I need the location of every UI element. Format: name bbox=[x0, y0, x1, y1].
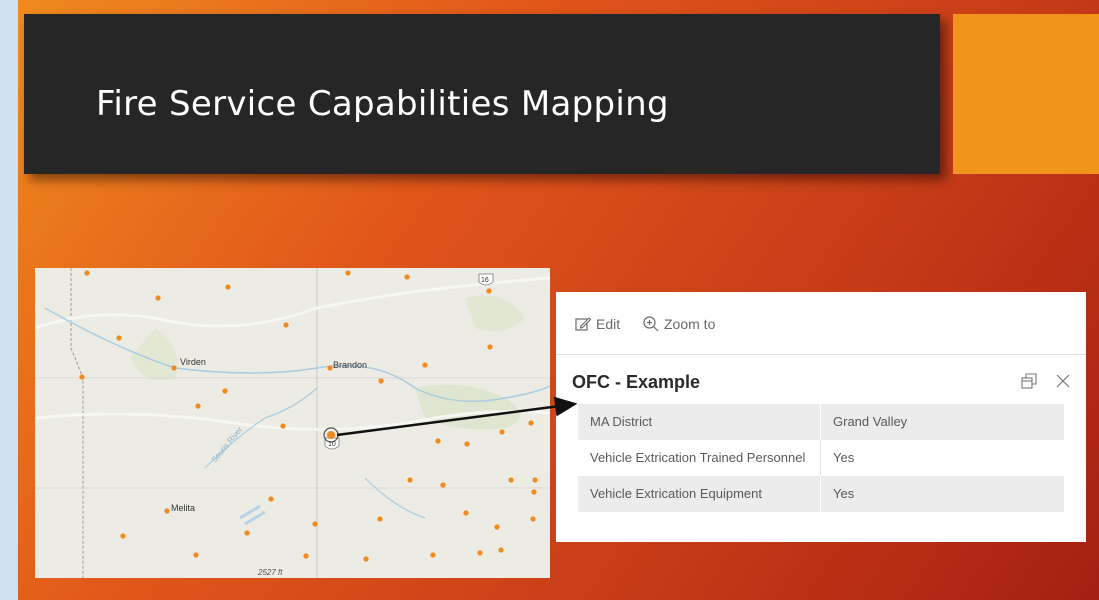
fire-station-marker[interactable] bbox=[164, 508, 170, 514]
title-bar: Fire Service Capabilities Mapping bbox=[24, 14, 940, 174]
edit-button[interactable]: Edit bbox=[574, 314, 620, 334]
accent-square bbox=[953, 14, 1099, 174]
field-name: MA District bbox=[578, 404, 821, 440]
lake bbox=[239, 504, 266, 526]
fire-station-marker[interactable] bbox=[79, 374, 85, 380]
fire-station-marker[interactable] bbox=[244, 530, 250, 536]
fire-station-marker[interactable] bbox=[280, 423, 286, 429]
slide-title: Fire Service Capabilities Mapping bbox=[96, 84, 669, 124]
fire-station-marker[interactable] bbox=[345, 270, 351, 276]
highway-shield-label: 16 bbox=[481, 277, 489, 284]
fire-station-marker[interactable] bbox=[494, 524, 500, 530]
popup-title: OFC - Example bbox=[572, 372, 701, 392]
fire-station-marker[interactable] bbox=[477, 550, 483, 556]
field-value: Yes bbox=[820, 476, 1064, 512]
fire-station-marker[interactable] bbox=[378, 378, 384, 384]
close-icon[interactable] bbox=[1054, 372, 1072, 390]
fire-station-marker[interactable] bbox=[222, 388, 228, 394]
fire-station-marker[interactable] bbox=[363, 556, 369, 562]
zoom-to-label: Zoom to bbox=[664, 316, 716, 332]
fire-station-marker[interactable] bbox=[171, 365, 177, 371]
fire-station-marker[interactable] bbox=[225, 284, 231, 290]
zoom-to-button[interactable]: Zoom to bbox=[642, 314, 715, 334]
field-name: Vehicle Extrication Equipment bbox=[578, 476, 821, 512]
fire-station-marker[interactable] bbox=[498, 547, 504, 553]
city-label-virden: Virden bbox=[180, 357, 206, 367]
zoom-in-icon bbox=[643, 316, 659, 332]
fire-station-marker[interactable] bbox=[120, 533, 126, 539]
table-row: Vehicle Extrication Trained Personnel Ye… bbox=[578, 440, 1064, 476]
river bbox=[364, 477, 426, 519]
fire-station-marker[interactable] bbox=[377, 516, 383, 522]
city-label-brandon: Brandon bbox=[333, 360, 368, 370]
fire-station-marker[interactable] bbox=[499, 429, 505, 435]
fire-station-marker[interactable] bbox=[312, 521, 318, 527]
city-label-melita: Melita bbox=[171, 503, 196, 513]
popup-toolbar: Edit Zoom to bbox=[556, 292, 1086, 355]
fire-station-marker[interactable] bbox=[193, 552, 199, 558]
fire-station-marker[interactable] bbox=[486, 288, 492, 294]
fire-station-marker[interactable] bbox=[195, 403, 201, 409]
fire-station-marker[interactable] bbox=[531, 489, 537, 495]
fire-station-marker[interactable] bbox=[532, 477, 538, 483]
provincial-border bbox=[70, 268, 84, 578]
fire-station-marker[interactable] bbox=[116, 335, 122, 341]
fire-station-marker[interactable] bbox=[283, 322, 289, 328]
river-label: Souris River bbox=[210, 425, 245, 464]
field-name: Vehicle Extrication Trained Personnel bbox=[578, 440, 821, 476]
fire-station-marker[interactable] bbox=[435, 438, 441, 444]
edit-icon bbox=[575, 317, 592, 331]
fire-station-marker[interactable] bbox=[407, 477, 413, 483]
highway-shield-label: 10 bbox=[328, 441, 336, 448]
fire-station-marker[interactable] bbox=[155, 295, 161, 301]
terrain-area bbox=[415, 384, 520, 430]
fire-station-marker[interactable] bbox=[268, 496, 274, 502]
feature-popup: Edit Zoom to OFC - Example MA District G… bbox=[556, 292, 1086, 542]
fire-station-marker[interactable] bbox=[487, 344, 493, 350]
fire-station-marker[interactable] bbox=[464, 441, 470, 447]
fire-station-marker[interactable] bbox=[528, 420, 534, 426]
field-value: Yes bbox=[833, 450, 855, 465]
field-value: Grand Valley bbox=[820, 404, 1064, 440]
slide: Fire Service Capabilities Mapping Souris… bbox=[18, 0, 1099, 600]
attribute-table: MA District Grand Valley Vehicle Extrica… bbox=[578, 404, 1064, 512]
edit-label: Edit bbox=[596, 316, 621, 332]
fire-station-marker[interactable] bbox=[327, 365, 333, 371]
dock-icon[interactable] bbox=[1020, 372, 1038, 390]
fire-station-marker[interactable] bbox=[84, 270, 90, 276]
fire-station-marker[interactable] bbox=[430, 552, 436, 558]
fire-station-marker[interactable] bbox=[463, 510, 469, 516]
fire-station-marker[interactable] bbox=[303, 553, 309, 559]
map-graphics: Souris River bbox=[35, 268, 550, 578]
fire-station-marker[interactable] bbox=[422, 362, 428, 368]
fire-station-marker[interactable] bbox=[440, 482, 446, 488]
fire-station-marker[interactable] bbox=[530, 516, 536, 522]
terrain-area bbox=[465, 295, 525, 332]
table-row: MA District Grand Valley bbox=[578, 404, 1064, 440]
fire-station-marker[interactable] bbox=[404, 274, 410, 280]
selected-marker bbox=[327, 431, 335, 439]
fire-station-marker[interactable] bbox=[508, 477, 514, 483]
map-view[interactable]: Souris River Virden Brandon Melita 16 10… bbox=[35, 268, 550, 578]
table-row: Vehicle Extrication Equipment Yes bbox=[578, 476, 1064, 512]
scale-label: 2527 ft bbox=[258, 568, 283, 577]
